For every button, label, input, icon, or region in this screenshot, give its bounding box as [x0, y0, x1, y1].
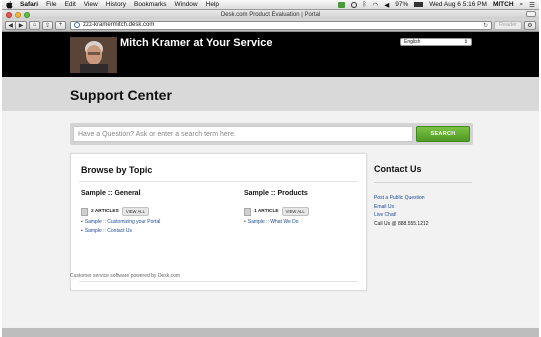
address-url: zzz-kramermitch.desk.com — [83, 22, 155, 28]
menu-help[interactable]: Help — [206, 1, 219, 8]
add-bookmark-button[interactable]: + — [55, 20, 66, 30]
search-input[interactable]: Have a Question? Ask or enter a search t… — [73, 126, 413, 142]
topic-title[interactable]: Sample :: Products — [244, 190, 374, 197]
share-button[interactable]: ⇪ — [42, 20, 53, 30]
site-header: Mitch Kramer at Your Service English ⇕ — [2, 32, 539, 77]
page-title: Support Center — [70, 87, 172, 103]
menu-view[interactable]: View — [84, 1, 98, 8]
plus-icon: + — [58, 22, 63, 28]
reload-icon[interactable]: ↻ — [483, 22, 488, 29]
powered-by-text[interactable]: Customer service software powered by Des… — [70, 273, 180, 279]
email-link[interactable]: Email Us — [374, 204, 472, 210]
spotlight-icon[interactable]: ⌕ — [520, 1, 524, 9]
forward-arrow-icon: ▶ — [18, 22, 24, 29]
live-chat-link[interactable]: Live Chat! — [374, 212, 472, 218]
document-icon — [244, 207, 251, 216]
article-count: 1 ARTICLE — [254, 209, 279, 214]
select-arrows-icon: ⇕ — [463, 39, 468, 45]
home-button[interactable]: ⌂ — [29, 20, 40, 30]
article-link[interactable]: Sample :: What We Do — [244, 219, 374, 225]
document-icon — [81, 207, 88, 216]
volume-icon[interactable]: ◀ — [384, 1, 389, 9]
battery-percent: 97% — [395, 1, 409, 8]
globe-icon — [74, 22, 80, 28]
window-titlebar: Desk.com Product Evaluation | Portal — [2, 10, 539, 19]
menu-window[interactable]: Window — [175, 1, 198, 8]
topic-products: Sample :: Products 1 ARTICLE VIEW ALL Sa… — [244, 190, 374, 228]
article-count: 2 ARTICLES — [91, 209, 119, 214]
menu-bookmarks[interactable]: Bookmarks — [134, 1, 167, 8]
sync-icon[interactable] — [350, 1, 357, 8]
address-bar[interactable]: zzz-kramermitch.desk.com ↻ — [70, 20, 492, 30]
view-all-button[interactable]: VIEW ALL — [121, 207, 149, 216]
contact-title: Contact Us — [374, 164, 422, 174]
notification-list-icon[interactable]: ☰ — [529, 1, 535, 9]
fullscreen-icon[interactable] — [526, 11, 536, 17]
bluetooth-icon[interactable]: ᛒ — [363, 1, 367, 8]
search-bar: Have a Question? Ask or enter a search t… — [70, 123, 473, 145]
settings-button[interactable]: ⚙ — [524, 20, 536, 30]
battery-icon[interactable] — [414, 2, 424, 7]
hero-banner: Support Center — [2, 77, 539, 111]
view-all-button[interactable]: VIEW ALL — [281, 207, 309, 216]
forward-button[interactable]: ▶ — [16, 20, 27, 30]
menu-history[interactable]: History — [106, 1, 126, 8]
browse-by-topic-card: Browse by Topic Sample :: General 2 ARTI… — [70, 153, 367, 291]
post-question-link[interactable]: Post a Public Question — [374, 195, 472, 201]
language-value: English — [404, 39, 421, 45]
site-title[interactable]: Mitch Kramer at Your Service — [120, 37, 272, 49]
back-button[interactable]: ◀ — [5, 20, 16, 30]
back-arrow-icon: ◀ — [8, 22, 13, 29]
contact-panel: Contact Us Post a Public Question Email … — [374, 153, 472, 229]
search-button[interactable]: SEARCH — [416, 126, 470, 142]
browse-title: Browse by Topic — [81, 165, 153, 175]
share-icon: ⇪ — [44, 22, 51, 29]
menu-file[interactable]: File — [46, 1, 56, 8]
menu-app-safari[interactable]: Safari — [20, 1, 38, 8]
wifi-icon[interactable]: ◠ — [373, 1, 379, 9]
home-icon: ⌂ — [32, 22, 37, 28]
article-link[interactable]: Sample :: Contact Us — [81, 228, 211, 234]
menu-edit[interactable]: Edit — [65, 1, 76, 8]
menubar-user[interactable]: MITCH — [493, 1, 514, 8]
apple-icon[interactable] — [6, 0, 13, 9]
browser-toolbar: ◀ ▶ ⌂ ⇪ + zzz-kramermitch.desk.com ↻ Rea… — [2, 19, 539, 32]
phone-number: Call Us @ 888.555.1212 — [374, 220, 429, 227]
gear-icon: ⚙ — [527, 22, 533, 29]
avatar — [70, 37, 117, 73]
language-select[interactable]: English ⇕ — [400, 38, 472, 46]
web-page: Mitch Kramer at Your Service English ⇕ S… — [2, 32, 539, 337]
window-close-button[interactable] — [6, 11, 12, 18]
divider — [374, 182, 472, 183]
menubar-clock[interactable]: Wed Aug 6 5:16 PM — [429, 1, 487, 8]
topic-general: Sample :: General 2 ARTICLES VIEW ALL Sa… — [81, 190, 211, 237]
divider — [79, 181, 358, 182]
evernote-icon[interactable] — [337, 1, 345, 8]
window-minimize-button[interactable] — [15, 11, 21, 18]
reader-button[interactable]: Reader — [494, 20, 522, 30]
window-zoom-button[interactable] — [24, 11, 30, 18]
mac-menubar: Safari File Edit View History Bookmarks … — [2, 0, 539, 10]
article-link[interactable]: Sample :: Customizing your Portal — [81, 219, 211, 225]
divider — [79, 281, 358, 282]
window-title: Desk.com Product Evaluation | Portal — [220, 11, 321, 18]
page-bottom-bar — [2, 328, 539, 337]
topic-title[interactable]: Sample :: General — [81, 190, 211, 197]
